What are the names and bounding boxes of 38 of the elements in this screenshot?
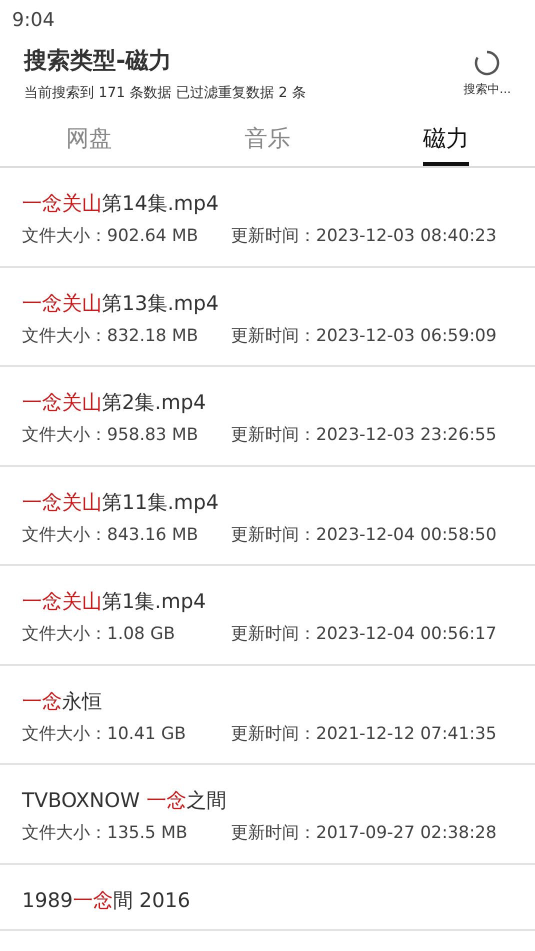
tab[interactable]: 网盘 bbox=[0, 112, 178, 166]
status-time: 9:04 bbox=[11, 8, 56, 33]
file-size: 文件大小：135.5 MB bbox=[22, 822, 188, 845]
update-time: 更新时间：2021-12-12 07:41:35 bbox=[231, 722, 497, 746]
update-time: 更新时间：2023-12-04 00:56:17 bbox=[231, 623, 497, 646]
file-name: 一念关山第1集.mp4 bbox=[22, 588, 207, 614]
file-size: 文件大小：10.41 GB bbox=[22, 722, 187, 746]
result-item[interactable]: 一念关山第13集.mp4 文件大小：832.18 MB 更新时间：2023-12-03 06:59:09 bbox=[0, 268, 535, 367]
result-item[interactable]: 一念关山第1集.mp4 文件大小：1.08 GB 更新时间：2023-12-04 00:56:17 bbox=[0, 566, 535, 666]
file-size: 文件大小：832.18 MB bbox=[22, 324, 200, 348]
tab[interactable]: 磁力 bbox=[356, 112, 535, 166]
update-time: 更新时间：2017-09-27 02:38:28 bbox=[231, 822, 497, 845]
file-name: 一念关山第13集.mp4 bbox=[22, 290, 220, 316]
file-size: 文件大小：902.64 MB bbox=[22, 225, 200, 248]
file-name: 一念关山第2集.mp4 bbox=[22, 389, 207, 415]
result-item[interactable]: 一念关山第2集.mp4 文件大小：958.83 MB 更新时间：2023-12-03 23:26:55 bbox=[0, 367, 535, 466]
result-item[interactable]: 一念关山第14集.mp4 文件大小：902.64 MB 更新时间：2023-12-03 08:40:23 bbox=[0, 168, 535, 268]
search-status: 搜索中... bbox=[464, 80, 511, 98]
file-size: 文件大小：843.16 MB bbox=[22, 524, 200, 546]
file-name: 一念关山第14集.mp4 bbox=[22, 190, 220, 216]
loading-spinner-icon bbox=[474, 50, 500, 76]
update-time: 更新时间：2023-12-03 08:40:23 bbox=[231, 225, 497, 248]
page-title: 搜索类型-磁力 bbox=[24, 47, 173, 76]
update-time: 更新时间：2023-12-04 00:58:50 bbox=[231, 524, 497, 546]
search-summary: 当前搜索到 171 条数据 已过滤重复数据 2 条 bbox=[24, 84, 307, 102]
tab[interactable]: 音乐 bbox=[178, 112, 357, 166]
result-item[interactable]: 1989一念間 2016 bbox=[0, 864, 535, 930]
result-item[interactable]: 一念永恒 文件大小：10.41 GB 更新时间：2021-12-12 07:41:35 bbox=[0, 666, 535, 765]
file-name: 一念永恒 bbox=[22, 688, 103, 714]
file-name: 1989一念間 2016 bbox=[22, 886, 192, 912]
file-size: 文件大小：1.08 GB bbox=[22, 623, 176, 646]
file-name: TVBOXNOW 一念之間 bbox=[22, 787, 228, 813]
file-size: 文件大小：958.83 MB bbox=[22, 424, 200, 447]
result-item[interactable]: TVBOXNOW 一念之間 文件大小：135.5 MB 更新时间：2017-09-27 02:38:28 bbox=[0, 765, 535, 864]
file-name: 一念关山第11集.mp4 bbox=[22, 488, 220, 514]
update-time: 更新时间：2023-12-03 23:26:55 bbox=[231, 424, 497, 447]
result-item[interactable]: 一念关山第11集.mp4 文件大小：843.16 MB 更新时间：2023-12-04 00:58:50 bbox=[0, 466, 535, 566]
update-time: 更新时间：2023-12-03 06:59:09 bbox=[231, 324, 497, 348]
